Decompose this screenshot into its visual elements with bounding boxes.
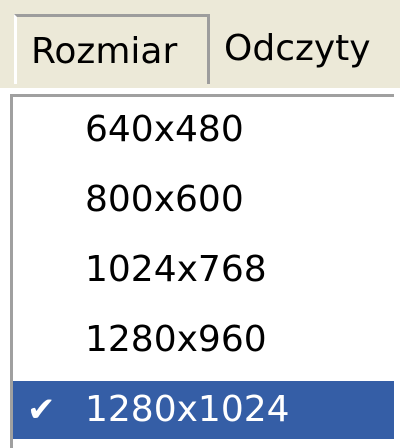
- app-window: Rozmiar Odczyty 640x480 800x600 1024x768…: [0, 0, 400, 448]
- menu-item-1280x960[interactable]: 1280x960: [13, 311, 394, 369]
- menu-item-label: 640x480: [85, 109, 244, 150]
- menu-item-label: 1280x1024: [85, 389, 290, 430]
- menu-rozmiar[interactable]: Rozmiar: [14, 14, 210, 84]
- menu-item-label: 1280x960: [85, 319, 267, 360]
- menu-odczyty[interactable]: Odczyty: [220, 14, 400, 84]
- menu-item-label: 1024x768: [85, 249, 267, 290]
- menu-item-640x480[interactable]: 640x480: [13, 101, 394, 159]
- menu-item-label: 800x600: [85, 179, 244, 220]
- menu-item-800x600[interactable]: 800x600: [13, 171, 394, 229]
- menu-item-1280x1024[interactable]: ✔ 1280x1024: [13, 381, 394, 439]
- menu-item-1024x768[interactable]: 1024x768: [13, 241, 394, 299]
- rozmiar-dropdown-menu: 640x480 800x600 1024x768 1280x960 ✔ 1280…: [10, 94, 394, 448]
- menu-bar: Rozmiar Odczyty: [0, 0, 400, 88]
- checkmark-icon: ✔: [27, 390, 56, 430]
